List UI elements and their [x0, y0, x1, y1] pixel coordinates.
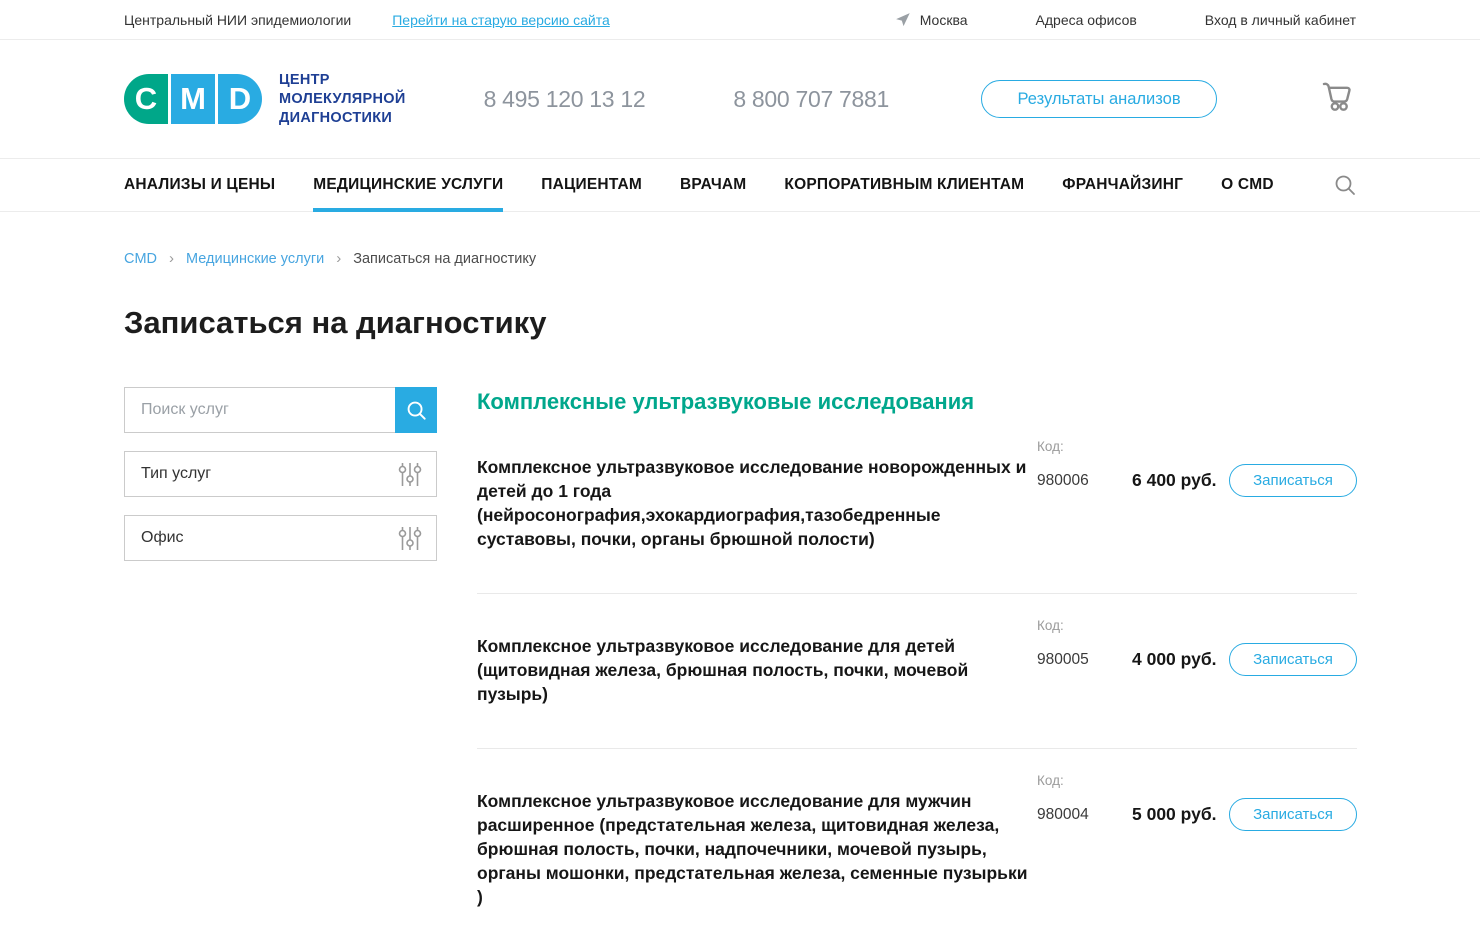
service-title: Комплексное ультразвуковое исследование …: [477, 455, 1037, 551]
services-list: Комплексные ультразвуковые исследования …: [477, 387, 1357, 951]
city-label: Москва: [920, 12, 968, 28]
breadcrumb-medical-services[interactable]: Медицинские услуги: [186, 251, 324, 267]
filter-service-type[interactable]: Тип услуг: [124, 451, 437, 497]
login-link[interactable]: Вход в личный кабинет: [1205, 12, 1356, 28]
service-code: 980004: [1037, 806, 1132, 824]
logo-letter-d: D: [218, 74, 262, 124]
location-arrow-icon: [894, 11, 911, 28]
nav-search-button[interactable]: [1334, 159, 1356, 211]
nav-analyses-prices[interactable]: АНАЛИЗЫ И ЦЕНЫ: [124, 159, 275, 211]
search-icon: [406, 400, 427, 421]
nav-franchising[interactable]: ФРАНЧАЙЗИНГ: [1062, 159, 1183, 211]
service-row: Комплексное ультразвуковое исследование …: [477, 593, 1357, 748]
main-navigation: АНАЛИЗЫ И ЦЕНЫ МЕДИЦИНСКИЕ УСЛУГИ ПАЦИЕН…: [0, 158, 1480, 212]
service-code: 980006: [1037, 472, 1132, 490]
cart-icon: [1316, 77, 1356, 117]
city-selector[interactable]: Москва: [894, 11, 968, 28]
sliders-icon: [398, 461, 422, 488]
service-search: [124, 387, 437, 433]
service-price: 5 000 руб.: [1132, 804, 1212, 825]
analysis-results-button[interactable]: Результаты анализов: [981, 80, 1217, 118]
filter-label: Офис: [141, 529, 184, 547]
service-row: Комплексное ультразвуковое исследование …: [477, 748, 1357, 951]
phone-federal[interactable]: 8 800 707 7881: [733, 86, 889, 113]
breadcrumb-separator: ›: [336, 250, 341, 267]
nav-corporate-clients[interactable]: КОРПОРАТИВНЫМ КЛИЕНТАМ: [784, 159, 1024, 211]
nav-doctors[interactable]: ВРАЧАМ: [680, 159, 746, 211]
breadcrumb-separator: ›: [169, 250, 174, 267]
cmd-logo[interactable]: C M D ЦЕНТР МОЛЕКУЛЯРНОЙ ДИАГНОСТИКИ: [124, 71, 406, 128]
breadcrumb-home[interactable]: CMD: [124, 251, 157, 267]
phone-numbers: 8 495 120 13 12 8 800 707 7881: [484, 86, 889, 113]
old-site-version-link[interactable]: Перейти на старую версию сайта: [392, 12, 610, 28]
section-title: Комплексные ультразвуковые исследования: [477, 389, 1357, 415]
site-header: C M D ЦЕНТР МОЛЕКУЛЯРНОЙ ДИАГНОСТИКИ 8 4…: [0, 40, 1480, 158]
organization-name: Центральный НИИ эпидемиологии: [124, 12, 351, 28]
filters-sidebar: Тип услуг Офис: [124, 387, 437, 951]
cmd-logo-blocks: C M D: [124, 74, 262, 124]
search-icon: [1334, 174, 1356, 196]
logo-tagline: ЦЕНТР МОЛЕКУЛЯРНОЙ ДИАГНОСТИКИ: [279, 71, 406, 128]
tagline-line-3: ДИАГНОСТИКИ: [279, 109, 406, 128]
sliders-icon: [398, 525, 422, 552]
office-addresses-link[interactable]: Адреса офисов: [1036, 12, 1137, 28]
service-row: Комплексное ультразвуковое исследование …: [477, 415, 1357, 593]
nav-medical-services[interactable]: МЕДИЦИНСКИЕ УСЛУГИ: [313, 159, 503, 211]
nav-about-cmd[interactable]: О CMD: [1221, 159, 1274, 211]
top-utility-bar: Центральный НИИ эпидемиологии Перейти на…: [0, 0, 1480, 40]
filter-office[interactable]: Офис: [124, 515, 437, 561]
book-button[interactable]: Записаться: [1229, 464, 1357, 497]
service-title: Комплексное ультразвуковое исследование …: [477, 789, 1037, 909]
tagline-line-1: ЦЕНТР: [279, 71, 406, 90]
book-button[interactable]: Записаться: [1229, 798, 1357, 831]
service-price: 6 400 руб.: [1132, 470, 1212, 491]
breadcrumb-current: Записаться на диагностику: [353, 251, 536, 267]
book-button[interactable]: Записаться: [1229, 643, 1357, 676]
search-submit-button[interactable]: [395, 387, 437, 433]
nav-patients[interactable]: ПАЦИЕНТАМ: [541, 159, 642, 211]
filter-label: Тип услуг: [141, 465, 211, 483]
service-price: 4 000 руб.: [1132, 649, 1212, 670]
code-label: Код:: [1037, 773, 1132, 788]
logo-letter-c: C: [124, 74, 168, 124]
tagline-line-2: МОЛЕКУЛЯРНОЙ: [279, 90, 406, 109]
service-title: Комплексное ультразвуковое исследование …: [477, 634, 1037, 706]
code-label: Код:: [1037, 618, 1132, 633]
phone-moscow[interactable]: 8 495 120 13 12: [484, 86, 646, 113]
breadcrumb: CMD › Медицинские услуги › Записаться на…: [124, 212, 1356, 267]
code-label: Код:: [1037, 439, 1132, 454]
logo-letter-m: M: [171, 74, 215, 124]
search-input[interactable]: [125, 388, 436, 432]
page-title: Записаться на диагностику: [124, 305, 1356, 341]
cart-button[interactable]: [1316, 77, 1356, 122]
service-code: 980005: [1037, 651, 1132, 669]
